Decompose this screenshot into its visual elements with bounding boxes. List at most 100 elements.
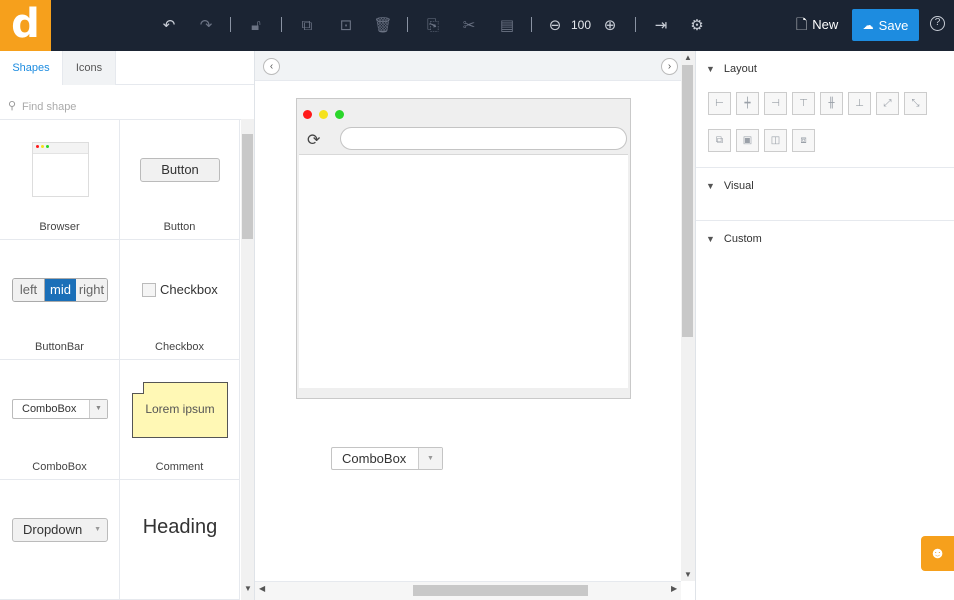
comment-preview-text: Lorem ipsum <box>145 402 215 416</box>
align-left-icon[interactable]: ⊢ <box>708 92 731 115</box>
tab-icons[interactable]: Icons <box>62 51 116 85</box>
save-button-label: Save <box>878 17 909 33</box>
scroll-down-icon[interactable]: ▼ <box>244 584 252 593</box>
align-center-horizontal-icon[interactable]: ┿ <box>736 92 759 115</box>
chevron-down-icon: ▼ <box>94 526 101 533</box>
paste-icon[interactable]: ▤ <box>497 15 517 35</box>
chevron-left-icon[interactable]: ‹ <box>263 58 280 75</box>
shape-item-checkbox[interactable]: Checkbox Checkbox <box>120 240 240 360</box>
shapes-scrollbar-thumb[interactable] <box>242 134 253 239</box>
shape-item-combobox[interactable]: ComboBox ▼ ComboBox <box>0 360 120 480</box>
new-button[interactable]: 🗋︎ New <box>796 15 838 35</box>
panel-tabs: Shapes Icons <box>0 51 254 85</box>
shape-item-comment[interactable]: Lorem ipsum Comment <box>120 360 240 480</box>
canvas-horizontal-scrollbar-thumb[interactable] <box>413 585 588 596</box>
shape-label: ButtonBar <box>35 341 84 353</box>
app-logo[interactable]: d <box>0 0 51 51</box>
tab-shapes[interactable]: Shapes <box>0 51 62 85</box>
zoom-level: 100 <box>571 18 592 32</box>
lock-icon[interactable]: 🔓︎ <box>246 15 266 35</box>
scroll-down-icon[interactable]: ▼ <box>684 570 692 579</box>
help-icon[interactable]: ? <box>930 16 945 31</box>
shapes-panel: Shapes Icons ⚲ Browser Button Button <box>0 51 255 600</box>
distribute-alt-icon[interactable]: ⤡ <box>904 92 927 115</box>
shapes-grid: Browser Button Button left mid right But… <box>0 119 241 600</box>
checkbox-preview: Checkbox <box>142 282 218 297</box>
section-visual-header[interactable]: ▼ Visual <box>706 180 754 192</box>
align-middle-icon[interactable]: ╫ <box>820 92 843 115</box>
export-icon[interactable]: ⇥ <box>651 15 671 35</box>
scroll-left-icon[interactable]: ◀ <box>259 584 265 593</box>
chat-support-icon[interactable]: ☻ <box>921 536 954 571</box>
browser-preview <box>32 142 89 197</box>
design-canvas[interactable]: ‹ › ⟳ ComboBox ▼ ▲ ▼ ◀ ▶ <box>255 51 695 600</box>
preview-dot <box>46 145 49 148</box>
cloud-upload-icon: ☁ <box>862 19 874 32</box>
scissors-icon[interactable]: ✂ <box>459 15 479 35</box>
send-to-back-icon[interactable]: ⧈ <box>792 129 815 152</box>
section-visual: ▼ Visual <box>696 168 954 221</box>
group-icon[interactable]: ⧉ <box>297 15 317 35</box>
shape-item-heading[interactable]: Heading <box>120 480 240 600</box>
shape-item-dropdown[interactable]: Dropdown ▼ <box>0 480 120 600</box>
save-button[interactable]: ☁ Save <box>852 9 919 41</box>
chevron-down-icon: ▼ <box>418 448 442 469</box>
shape-search: ⚲ <box>0 96 250 118</box>
shape-label: Browser <box>39 221 80 233</box>
dropdown-preview: Dropdown ▼ <box>12 518 108 542</box>
shape-label: Comment <box>155 461 204 473</box>
align-right-icon[interactable]: ⊣ <box>764 92 787 115</box>
search-input[interactable] <box>22 98 222 116</box>
comment-fold <box>132 382 144 394</box>
ungroup-icon[interactable]: ⊡ <box>336 15 356 35</box>
scroll-right-icon[interactable]: ▶ <box>671 584 677 593</box>
distribute-icon[interactable]: ⤢ <box>876 92 899 115</box>
section-layout-header[interactable]: ▼ Layout <box>706 63 757 75</box>
toolbar-separator <box>635 17 636 32</box>
canvas-combobox-shape[interactable]: ComboBox ▼ <box>331 447 443 470</box>
align-bottom-icon[interactable]: ⊥ <box>848 92 871 115</box>
scroll-up-icon[interactable]: ▲ <box>684 53 692 62</box>
new-button-label: New <box>812 17 839 32</box>
trash-icon[interactable]: 🗑︎ <box>373 15 393 35</box>
section-layout: ▼ Layout ⊢ ┿ ⊣ ⊤ ╫ ⊥ ⤢ ⤡ ⧉ ▣ ◫ ⧈ <box>696 51 954 168</box>
canvas-vertical-scrollbar-thumb[interactable] <box>682 65 693 337</box>
window-minimize-dot <box>319 110 328 119</box>
send-backward-icon[interactable]: ◫ <box>764 129 787 152</box>
toolbar-separator <box>531 17 532 32</box>
combobox-preview-label: ComboBox <box>22 403 77 415</box>
shape-item-button[interactable]: Button Button <box>120 120 240 240</box>
bring-to-front-icon[interactable]: ▣ <box>736 129 759 152</box>
chevron-down-icon: ▼ <box>89 400 107 418</box>
section-title: Visual <box>723 180 754 192</box>
button-preview: Button <box>140 158 220 182</box>
zoom-in-icon[interactable]: ⊕ <box>600 15 620 35</box>
combobox-preview: ComboBox ▼ <box>12 399 108 419</box>
url-bar <box>340 127 627 150</box>
section-custom-header[interactable]: ▼ Custom <box>706 233 762 245</box>
window-maximize-dot <box>335 110 344 119</box>
canvas-browser-shape[interactable]: ⟳ <box>296 98 631 399</box>
shape-item-buttonbar[interactable]: left mid right ButtonBar <box>0 240 120 360</box>
dropdown-preview-label: Dropdown <box>23 522 83 537</box>
chevron-right-icon[interactable]: › <box>661 58 678 75</box>
refresh-icon: ⟳ <box>307 130 321 149</box>
align-top-icon[interactable]: ⊤ <box>792 92 815 115</box>
bring-forward-icon[interactable]: ⧉ <box>708 129 731 152</box>
duplicate-icon[interactable]: ⎘ <box>423 15 443 35</box>
section-title: Custom <box>723 233 762 245</box>
toolbar-separator <box>281 17 282 32</box>
chevron-down-icon: ▼ <box>706 181 715 191</box>
new-file-icon: 🗋︎ <box>796 17 808 33</box>
redo-icon[interactable]: ↷ <box>196 15 216 35</box>
search-icon: ⚲ <box>8 100 17 112</box>
gear-icon[interactable]: ⚙ <box>687 15 707 35</box>
combobox-label: ComboBox <box>342 451 407 466</box>
undo-icon[interactable]: ↶ <box>159 15 179 35</box>
properties-panel: ▼ Layout ⊢ ┿ ⊣ ⊤ ╫ ⊥ ⤢ ⤡ ⧉ ▣ ◫ ⧈ ▼ Visua… <box>695 51 954 600</box>
chevron-down-icon: ▼ <box>706 64 715 74</box>
shape-item-browser[interactable]: Browser <box>0 120 120 240</box>
shape-label: Button <box>163 221 196 233</box>
zoom-out-icon[interactable]: ⊖ <box>545 15 565 35</box>
window-close-dot <box>303 110 312 119</box>
